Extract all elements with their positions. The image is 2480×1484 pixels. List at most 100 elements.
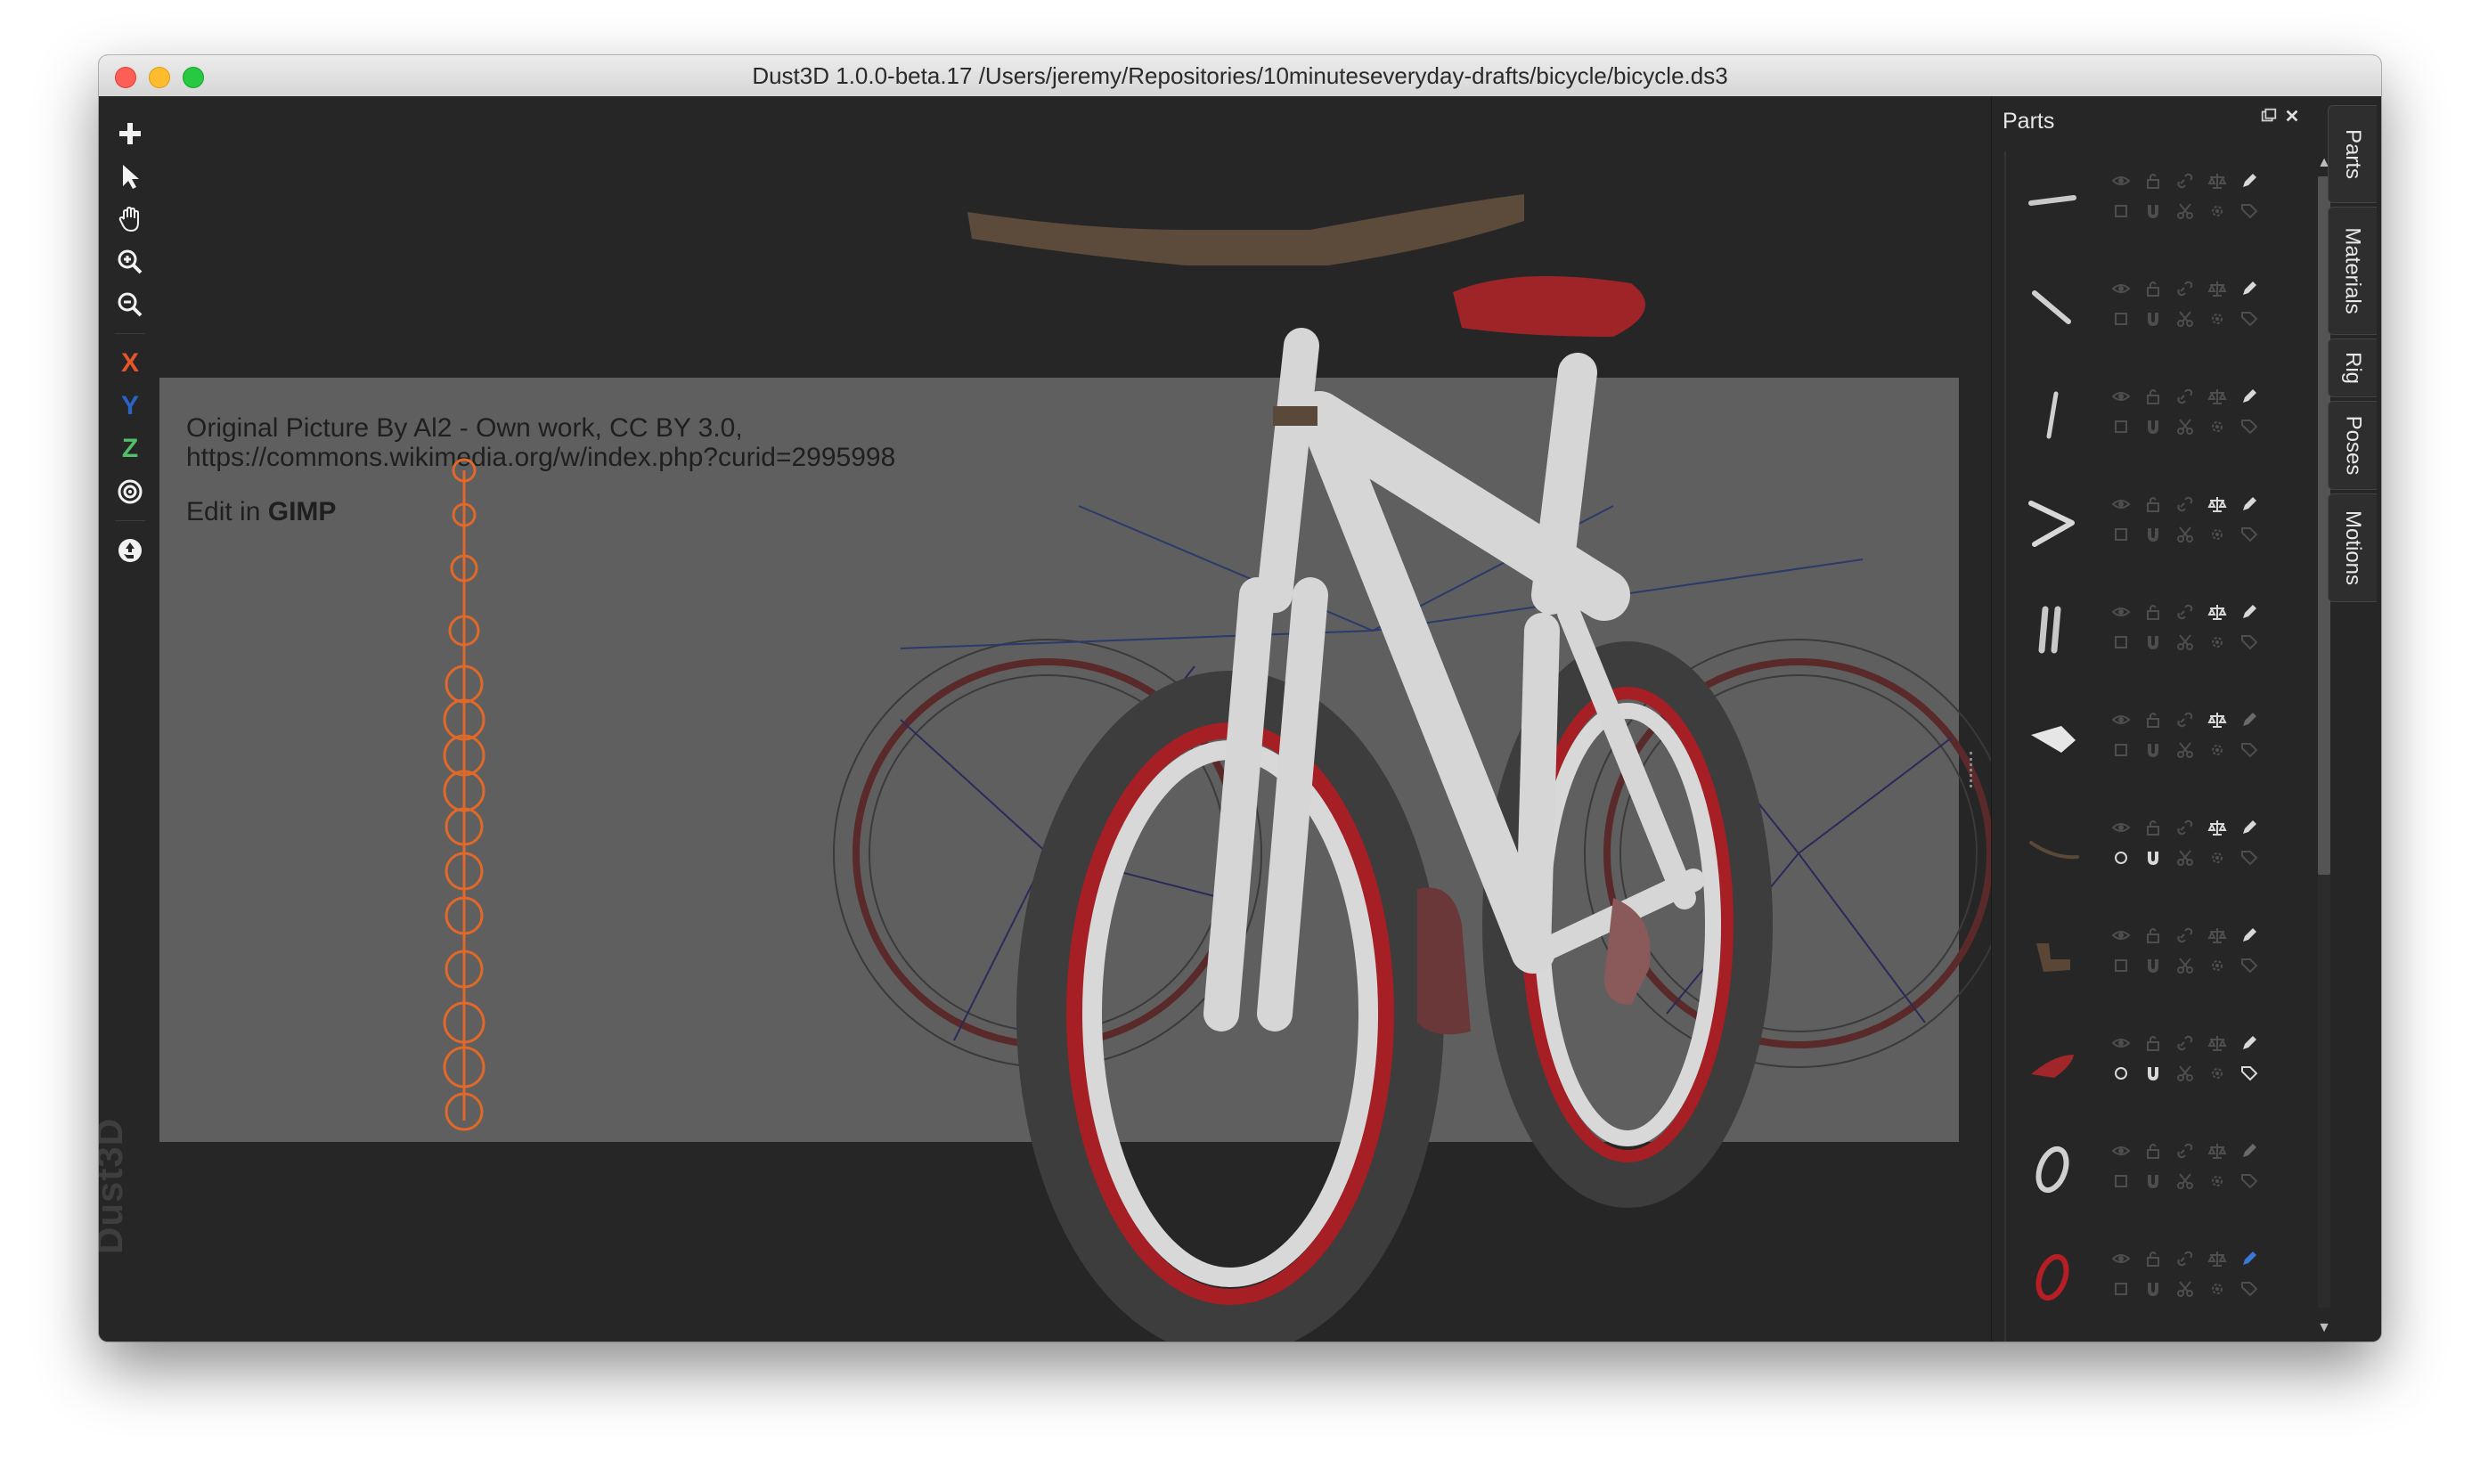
tab-poses[interactable]: Poses (2328, 401, 2377, 490)
scroll-down-arrow[interactable]: ▼ (2316, 1320, 2332, 1336)
link-toggle-button[interactable] (2175, 1141, 2195, 1161)
lock-toggle-button[interactable] (2143, 925, 2163, 945)
visibility-toggle-button[interactable] (2111, 818, 2131, 837)
lock-toggle-button[interactable] (2143, 1249, 2163, 1268)
lock-toggle-button[interactable] (2143, 1141, 2163, 1161)
part-preview-thumbnail[interactable] (2019, 1136, 2086, 1203)
mirror-toggle-button[interactable] (2143, 201, 2163, 221)
cut-rotation-button[interactable] (2207, 525, 2227, 544)
link-toggle-button[interactable] (2175, 1033, 2195, 1053)
link-toggle-button[interactable] (2175, 387, 2195, 406)
subdivide-toggle-button[interactable] (2111, 309, 2131, 329)
tab-motions[interactable]: Motions (2328, 493, 2377, 602)
part-preview-thumbnail[interactable] (2019, 1243, 2086, 1311)
mirror-toggle-button[interactable] (2143, 848, 2163, 868)
subdivide-toggle-button[interactable] (2111, 1171, 2131, 1191)
zoom-in-button[interactable] (110, 242, 151, 281)
subdivide-toggle-button[interactable] (2111, 632, 2131, 652)
xray-toggle-button[interactable] (2239, 956, 2259, 975)
mirror-toggle-button[interactable] (2143, 632, 2163, 652)
xray-toggle-button[interactable] (2239, 632, 2259, 652)
part-row[interactable] (2006, 1337, 2309, 1341)
cut-rotation-button[interactable] (2207, 1171, 2227, 1191)
color-picker-button[interactable] (2239, 387, 2259, 406)
balance-toggle-button[interactable] (2207, 1033, 2227, 1053)
link-toggle-button[interactable] (2175, 1249, 2195, 1268)
balance-toggle-button[interactable] (2207, 171, 2227, 191)
subdivide-toggle-button[interactable] (2111, 417, 2131, 436)
balance-toggle-button[interactable] (2207, 710, 2227, 730)
rounded-toggle-button[interactable] (2111, 848, 2131, 868)
mirror-toggle-button[interactable] (2143, 309, 2163, 329)
visibility-toggle-button[interactable] (2111, 171, 2131, 191)
mirror-toggle-button[interactable] (2143, 525, 2163, 544)
tab-materials[interactable]: Materials (2328, 207, 2377, 335)
cut-rotation-button[interactable] (2207, 848, 2227, 868)
visibility-toggle-button[interactable] (2111, 494, 2131, 514)
xray-toggle-button[interactable] (2239, 417, 2259, 436)
part-row[interactable] (2006, 583, 2309, 679)
color-picker-button[interactable] (2239, 1249, 2259, 1268)
cut-rotation-button[interactable] (2207, 201, 2227, 221)
regenerate-button[interactable] (110, 531, 151, 570)
cut-rotation-button[interactable] (2207, 632, 2227, 652)
visibility-toggle-button[interactable] (2111, 710, 2131, 730)
bicycle-scene[interactable] (99, 96, 1991, 1341)
chamfer-toggle-button[interactable] (2175, 417, 2195, 436)
balance-toggle-button[interactable] (2207, 387, 2227, 406)
subdivide-toggle-button[interactable] (2111, 525, 2131, 544)
cut-rotation-button[interactable] (2207, 309, 2227, 329)
part-row[interactable] (2006, 151, 2309, 248)
balance-toggle-button[interactable] (2207, 818, 2227, 837)
link-toggle-button[interactable] (2175, 279, 2195, 298)
part-preview-thumbnail[interactable] (2019, 1028, 2086, 1096)
lock-toggle-button[interactable] (2143, 818, 2163, 837)
cut-rotation-button[interactable] (2207, 1064, 2227, 1083)
balance-toggle-button[interactable] (2207, 602, 2227, 622)
subdivide-toggle-button[interactable] (2111, 1279, 2131, 1299)
select-tool-button[interactable] (110, 157, 151, 196)
subdivide-toggle-button[interactable] (2111, 956, 2131, 975)
part-row[interactable] (2006, 367, 2309, 463)
chamfer-toggle-button[interactable] (2175, 632, 2195, 652)
radius-lock-button[interactable] (110, 472, 151, 511)
visibility-toggle-button[interactable] (2111, 387, 2131, 406)
lock-toggle-button[interactable] (2143, 1033, 2163, 1053)
chamfer-toggle-button[interactable] (2175, 309, 2195, 329)
lock-toggle-button[interactable] (2143, 710, 2163, 730)
visibility-toggle-button[interactable] (2111, 279, 2131, 298)
part-preview-thumbnail[interactable] (2019, 166, 2086, 233)
part-preview-thumbnail[interactable] (2019, 812, 2086, 880)
part-preview-thumbnail[interactable] (2019, 705, 2086, 772)
visibility-toggle-button[interactable] (2111, 925, 2131, 945)
lock-toggle-button[interactable] (2143, 171, 2163, 191)
tab-rig[interactable]: Rig (2328, 338, 2377, 397)
balance-toggle-button[interactable] (2207, 494, 2227, 514)
z-axis-lock-button[interactable]: Z (110, 429, 151, 469)
part-row[interactable] (2006, 475, 2309, 571)
tab-parts[interactable]: Parts (2328, 105, 2377, 203)
part-preview-thumbnail[interactable] (2019, 381, 2086, 449)
balance-toggle-button[interactable] (2207, 1249, 2227, 1268)
link-toggle-button[interactable] (2175, 710, 2195, 730)
part-row[interactable] (2006, 798, 2309, 894)
color-picker-button[interactable] (2239, 818, 2259, 837)
close-panel-button[interactable] (2282, 107, 2302, 126)
chamfer-toggle-button[interactable] (2175, 525, 2195, 544)
color-picker-button[interactable] (2239, 494, 2259, 514)
xray-toggle-button[interactable] (2239, 525, 2259, 544)
color-picker-button[interactable] (2239, 171, 2259, 191)
xray-toggle-button[interactable] (2239, 1171, 2259, 1191)
xray-toggle-button[interactable] (2239, 309, 2259, 329)
cut-rotation-button[interactable] (2207, 740, 2227, 760)
link-toggle-button[interactable] (2175, 602, 2195, 622)
mirror-toggle-button[interactable] (2143, 956, 2163, 975)
lock-toggle-button[interactable] (2143, 279, 2163, 298)
color-picker-button[interactable] (2239, 1033, 2259, 1053)
balance-toggle-button[interactable] (2207, 279, 2227, 298)
cut-rotation-button[interactable] (2207, 956, 2227, 975)
mirror-toggle-button[interactable] (2143, 1279, 2163, 1299)
part-row[interactable] (2006, 1121, 2309, 1218)
part-row[interactable] (2006, 690, 2309, 787)
subdivide-toggle-button[interactable] (2111, 201, 2131, 221)
